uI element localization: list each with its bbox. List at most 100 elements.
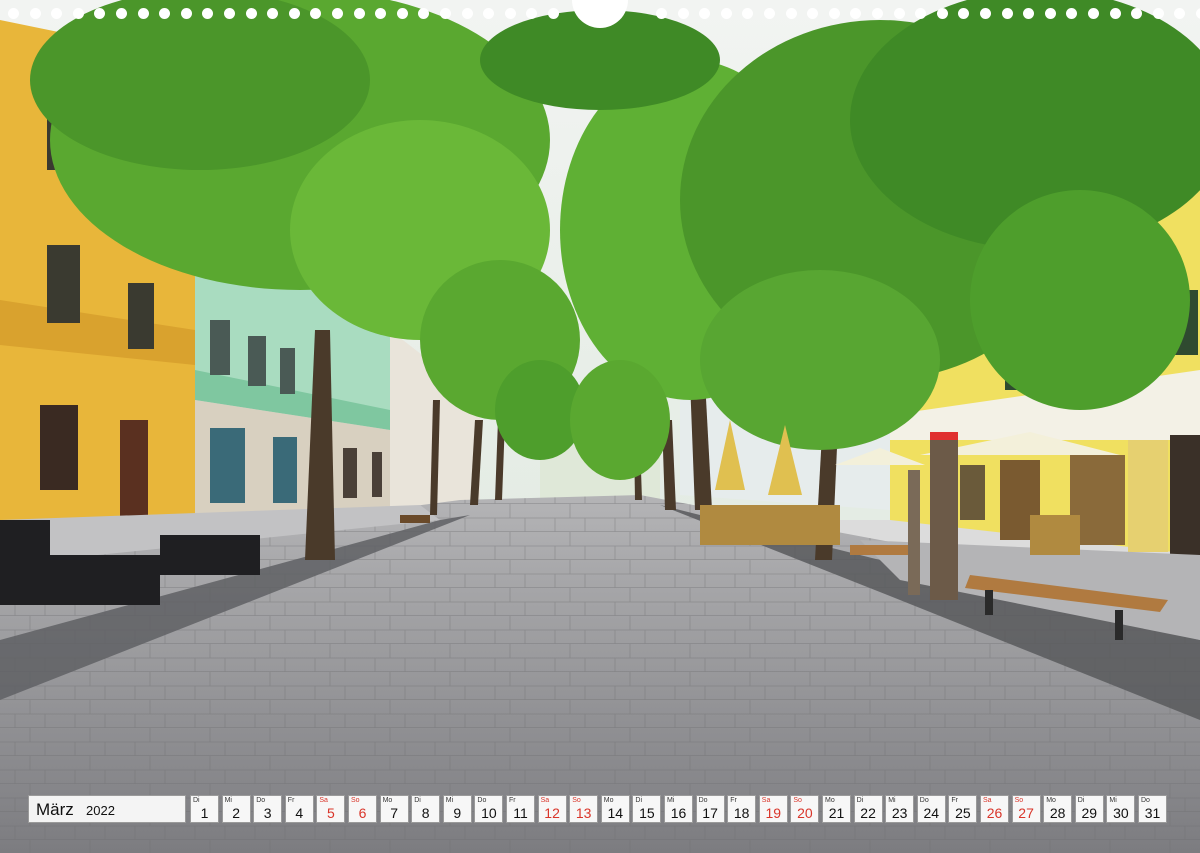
- binding-hole: [483, 8, 495, 19]
- day-cell: Mo 21: [822, 795, 851, 823]
- day-cell: Do 17: [695, 795, 725, 823]
- binding-hole: [29, 8, 41, 19]
- day-number: 30: [1113, 805, 1129, 821]
- binding-hole: [504, 8, 516, 19]
- binding-hole: [159, 8, 171, 19]
- day-cell: Di 1: [190, 795, 219, 823]
- day-cell: Mi 2: [221, 795, 251, 823]
- weekday-label: Mi: [667, 797, 675, 804]
- day-cell: Sa 26: [980, 795, 1009, 823]
- binding-hole: [1109, 8, 1121, 19]
- binding-hole: [440, 8, 451, 19]
- weekday-label: So: [1014, 797, 1024, 804]
- weekday-label: Di: [193, 797, 200, 804]
- calendar-page: März 2022 Di 1 Mi 2 Do 3 Fr 4 Sa 5 So 6 Mo 7 Di 8 Mi 9 Do 1…: [0, 0, 1200, 853]
- day-number: 5: [326, 805, 335, 821]
- binding-hole: [785, 8, 797, 19]
- binding-hole: [94, 8, 106, 19]
- day-number: 21: [828, 805, 845, 821]
- day-cell: Do 31: [1138, 795, 1167, 823]
- day-number: 24: [923, 805, 940, 821]
- day-number: 29: [1081, 805, 1098, 821]
- binding-hole: [1023, 8, 1035, 19]
- day-cell: Fr 18: [727, 795, 757, 823]
- day-cell: Di 8: [411, 795, 441, 823]
- hanger-cutout: [572, 0, 628, 28]
- day-cell: Do 3: [253, 795, 283, 823]
- binding-hole: [8, 8, 19, 19]
- binding-hole: [418, 8, 430, 19]
- weekday-label: Sa: [540, 797, 550, 804]
- day-cell: So 6: [348, 795, 377, 823]
- day-number: 2: [232, 805, 240, 821]
- binding-hole: [742, 8, 754, 19]
- day-cell: Mo 14: [600, 795, 630, 823]
- binding-hole: [267, 8, 279, 19]
- month-year: 2022: [86, 803, 115, 818]
- street-photo: [0, 0, 1200, 853]
- weekday-label: Mo: [603, 797, 614, 804]
- day-cell: Mi 9: [442, 795, 472, 823]
- day-number: 15: [639, 805, 655, 821]
- day-cell: So 27: [1011, 795, 1041, 823]
- weekday-label: Do: [919, 797, 929, 804]
- day-number: 11: [513, 805, 528, 821]
- weekday-label: Fr: [509, 797, 516, 804]
- weekday-label: Fr: [951, 797, 958, 804]
- day-number: 7: [390, 805, 398, 821]
- binding-hole: [893, 8, 905, 19]
- day-number: 14: [607, 805, 624, 821]
- binding-hole: [699, 8, 711, 19]
- binding-hole: [936, 8, 948, 19]
- binding-hole: [353, 8, 365, 19]
- binding-hole: [137, 8, 149, 19]
- weekday-label: Do: [698, 797, 708, 804]
- day-number: 26: [986, 805, 1003, 821]
- binding-hole: [656, 8, 667, 19]
- binding-hole: [202, 8, 214, 19]
- day-cell: Fr 11: [506, 795, 535, 823]
- weekday-label: Do: [477, 797, 487, 804]
- day-cell: Mi 16: [664, 795, 693, 823]
- weekday-label: So: [351, 797, 360, 804]
- day-number: 23: [891, 805, 908, 821]
- weekday-label: So: [572, 797, 581, 804]
- binding-hole: [1066, 8, 1078, 19]
- weekday-label: Do: [256, 797, 266, 804]
- binding-hole: [677, 8, 689, 19]
- weekday-label: Mi: [224, 797, 232, 804]
- binding-hole: [1088, 8, 1099, 19]
- binding-hole: [310, 8, 322, 19]
- day-cell: So 13: [569, 795, 599, 823]
- binding-hole: [288, 8, 300, 19]
- binding-hole: [915, 8, 927, 19]
- binding-hole: [116, 8, 127, 19]
- weekday-label: Di: [635, 797, 643, 804]
- weekday-label: Sa: [983, 797, 992, 804]
- binding-hole: [332, 8, 343, 19]
- binding-hole: [461, 8, 473, 19]
- binding-hole: [180, 8, 192, 19]
- binding-hole: [958, 8, 970, 19]
- weekday-label: Di: [414, 797, 421, 804]
- day-cell: Do 10: [474, 795, 504, 823]
- day-number: 16: [670, 805, 687, 821]
- day-cell: Fr 4: [284, 795, 314, 823]
- day-cell: Di 29: [1074, 795, 1104, 823]
- binding-hole: [51, 8, 63, 19]
- weekday-label: Sa: [761, 797, 771, 804]
- binding-hole: [1044, 8, 1056, 19]
- day-cell: Mo 7: [379, 795, 409, 823]
- month-name: März: [36, 800, 74, 819]
- binding-hole: [850, 8, 862, 19]
- day-number: 10: [481, 805, 497, 821]
- binding-hole: [1001, 8, 1013, 19]
- weekday-label: Mo: [1046, 797, 1056, 804]
- day-number: 9: [453, 805, 462, 821]
- binding-hole: [245, 8, 257, 19]
- weekday-label: Mo: [382, 797, 393, 804]
- binding-hole: [764, 8, 775, 19]
- weekday-label: Mo: [825, 797, 835, 804]
- day-cell: Fr 25: [948, 795, 978, 823]
- day-number: 17: [702, 805, 718, 821]
